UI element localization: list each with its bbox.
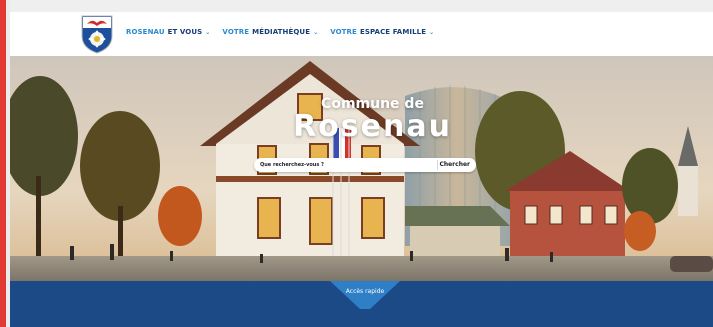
nav-item-label-part2: ET VOUS — [167, 28, 203, 36]
quick-access-label: Accès rapide — [345, 288, 385, 295]
nav-item-votre-espace-famille[interactable]: VOTRE ESPACE FAMILLE ⌄ — [330, 28, 434, 36]
chevron-down-icon: ⌄ — [429, 28, 435, 36]
chevron-down-icon: ⌄ — [205, 28, 211, 36]
nav-item-label-part1: VOTRE — [330, 28, 357, 36]
nav-item-label-part2: MÉDIATHÈQUE — [252, 28, 311, 36]
hero-banner: Commune de Rosenau Chercher — [10, 56, 713, 281]
search-button[interactable]: Chercher — [439, 158, 470, 172]
top-strip — [10, 0, 713, 12]
coat-of-arms-logo[interactable] — [80, 14, 114, 54]
search-bar: Chercher — [254, 158, 476, 172]
site-header: ROSENAU ET VOUS ⌄ VOTRE MÉDIATHÈQUE ⌄ VO… — [10, 12, 713, 56]
hero-title: Commune de Rosenau — [10, 96, 713, 142]
nav-item-label-part1: ROSENAU — [126, 28, 165, 36]
nav-item-label-part1: VOTRE — [222, 28, 250, 36]
search-divider — [437, 160, 438, 170]
page: ROSENAU ET VOUS ⌄ VOTRE MÉDIATHÈQUE ⌄ VO… — [10, 0, 713, 327]
nav-item-label-part2: ESPACE FAMILLE — [359, 28, 427, 36]
main-nav: ROSENAU ET VOUS ⌄ VOTRE MÉDIATHÈQUE ⌄ VO… — [126, 28, 434, 36]
left-edge-bar — [0, 0, 6, 327]
chevron-down-icon: ⌄ — [313, 28, 319, 36]
quick-access-tab-shape — [330, 281, 400, 309]
nav-item-rosenau-et-vous[interactable]: ROSENAU ET VOUS ⌄ — [126, 28, 210, 36]
nav-item-votre-mediatheque[interactable]: VOTRE MÉDIATHÈQUE ⌄ — [222, 28, 318, 36]
search-input[interactable] — [260, 160, 420, 170]
quick-access-bar: Accès rapide — [10, 281, 713, 327]
quick-access-tab[interactable]: Accès rapide — [330, 281, 400, 309]
hero-title-line2: Rosenau — [293, 109, 452, 144]
